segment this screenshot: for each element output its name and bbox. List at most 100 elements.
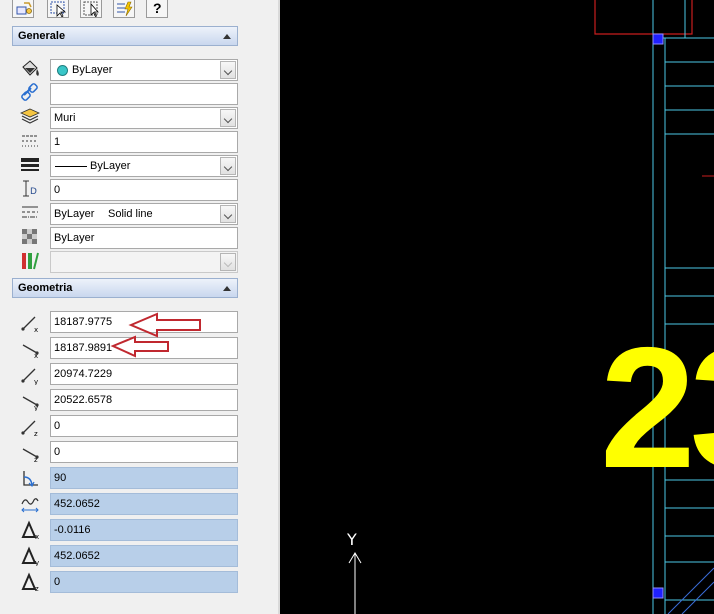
angle-icon [23,471,38,488]
end-z-icon: z [22,448,39,463]
drawing-canvas[interactable]: Y 23 [280,0,714,614]
quick-select-button[interactable] [12,0,34,18]
hyperlink-field[interactable] [50,83,238,105]
start-x-field[interactable]: 18187.9775 [50,311,238,333]
end-y-icon: y [22,396,39,411]
color-bucket-icon [22,60,39,76]
section-title: Geometria [18,282,73,294]
end-z-field[interactable]: 0 [50,441,238,463]
svg-text:y: y [34,404,38,411]
linetype-scale-value: 1 [54,136,61,148]
chevron-down-icon [220,253,236,271]
lineweight-select[interactable]: ByLayer [50,155,238,177]
start-z-icon: z [21,420,38,437]
lineweight-icon [21,158,39,171]
svg-text:x: x [35,533,39,540]
transparency-field[interactable]: ByLayer [50,227,238,249]
chevron-down-icon[interactable] [220,109,236,127]
svg-text:y: y [35,559,39,566]
properties-panel: ? Generale ByLayer Muri 1 ByLayer D 0 By… [0,0,278,614]
svg-text:x: x [34,352,38,359]
pickadd-button[interactable] [80,0,102,18]
delta-x-value: -0.0116 [54,524,91,536]
section-title: Generale [18,30,66,42]
end-x-value: 18187.9891 [54,342,113,354]
end-y-value: 20522.6578 [54,394,113,406]
select-objects-button[interactable] [47,0,69,18]
linetype-value: ByLayer [54,208,95,220]
blue-diagonal [681,581,714,614]
thickness-icon: D [23,180,37,197]
angle-value: 90 [54,472,67,484]
material-icon [22,252,39,270]
layer-select[interactable]: Muri [50,107,238,129]
layers-icon [20,108,40,124]
end-z-value: 0 [54,446,61,458]
start-x-value: 18187.9775 [54,316,113,328]
line-sample [55,166,87,167]
layer-value: Muri [54,112,76,124]
svg-text:D: D [30,187,37,197]
delta-y-field: 452.0652 [50,545,238,567]
start-y-field[interactable]: 20974.7229 [50,363,238,385]
material-select [50,251,238,273]
color-select[interactable]: ByLayer [50,59,238,81]
linetype-scale-field[interactable]: 1 [50,131,238,153]
length-value: 452.0652 [54,498,100,510]
lightning-select-icon [117,1,133,17]
help-icon: ? [153,0,162,16]
delta-z-field: 0 [50,571,238,593]
ucs-y-label: Y [347,530,357,549]
pickadd-icon [83,1,99,17]
chevron-down-icon[interactable] [220,157,236,175]
drawing-geometry [348,0,714,614]
start-z-field[interactable]: 0 [50,415,238,437]
collapse-arrow-icon[interactable] [223,286,231,291]
linetype-description: Solid line [108,208,153,220]
section-generale[interactable]: Generale [12,26,238,46]
end-x-field[interactable]: 18187.9891 [50,337,238,359]
drawing-text-23[interactable]: 23 [600,322,714,494]
chevron-down-icon[interactable] [220,205,236,223]
linetype-icon [22,206,38,218]
linetype-select[interactable]: ByLayer Solid line [50,203,238,225]
delta-z-value: 0 [54,576,61,588]
blue-diagonal [667,567,714,614]
svg-text:y: y [34,378,38,385]
grip-top [652,33,664,45]
length-icon [21,498,39,513]
end-x-icon: x [22,344,39,359]
thickness-field[interactable]: 0 [50,179,238,201]
transparency-value: ByLayer [54,232,95,244]
angle-field: 90 [50,467,238,489]
color-value: ByLayer [72,64,113,76]
delta-y-icon: y [21,546,39,566]
linetype-scale-icon [22,135,38,147]
delta-y-value: 452.0652 [54,550,100,562]
delta-x-field: -0.0116 [50,519,238,541]
svg-text:x: x [34,326,38,333]
length-field: 452.0652 [50,493,238,515]
red-polyline [594,0,693,35]
help-button[interactable]: ? [146,0,168,18]
grip-bottom [652,587,664,599]
svg-text:z: z [34,430,38,437]
color-swatch [57,65,68,76]
chevron-down-icon[interactable] [220,61,236,79]
start-y-value: 20974.7229 [54,368,113,380]
collapse-arrow-icon[interactable] [223,34,231,39]
end-y-field[interactable]: 20522.6578 [50,389,238,411]
start-y-icon: y [21,368,38,385]
svg-text:z: z [34,456,38,463]
lightning-select-button[interactable] [113,0,135,18]
section-geometria[interactable]: Geometria [12,278,238,298]
delta-x-icon: x [21,520,39,540]
start-z-value: 0 [54,420,61,432]
transparency-icon [22,229,37,244]
delta-z-icon: z [21,572,39,592]
start-x-icon: x [21,316,38,333]
hyperlink-icon [21,83,38,101]
select-objects-icon [50,1,67,17]
quick-select-icon [16,2,32,15]
thickness-value: 0 [54,184,61,196]
